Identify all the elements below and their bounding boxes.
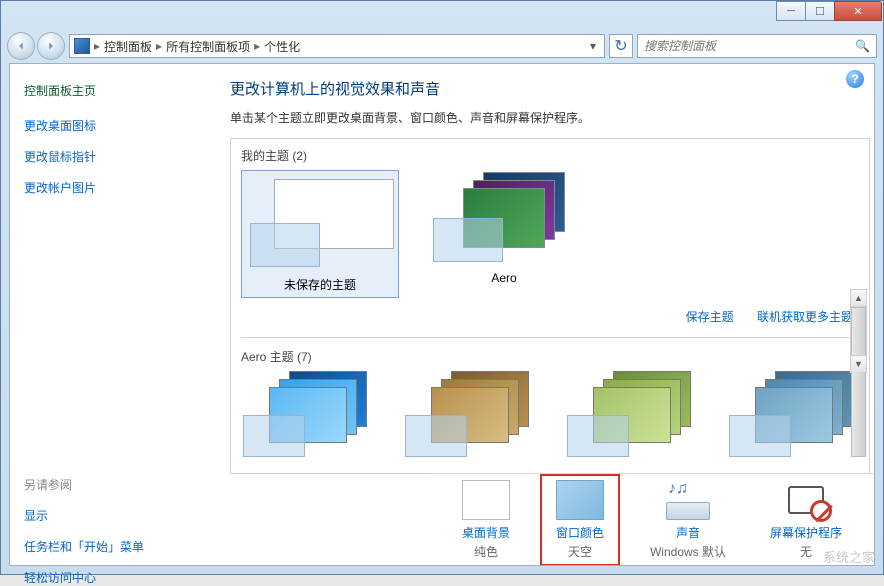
aero-theme-item[interactable] — [727, 371, 859, 463]
theme-label: 未保存的主题 — [246, 276, 394, 293]
screensaver-icon — [782, 480, 830, 520]
address-bar[interactable]: ▸ 控制面板 ▸ 所有控制面板项 ▸ 个性化 ▾ — [69, 34, 605, 58]
titlebar: ─ ☐ ✕ — [1, 1, 883, 29]
sidebar: 控制面板主页 更改桌面图标 更改鼠标指针 更改帐户图片 另请参阅 显示 任务栏和… — [10, 64, 220, 565]
theme-box: 我的主题 (2) 未保存的主题 Aero 保存主题 联机获取更多主题 — [230, 138, 870, 474]
back-button[interactable] — [7, 32, 35, 60]
address-dropdown-icon[interactable]: ▾ — [586, 39, 600, 53]
main-panel: ? 更改计算机上的视觉效果和声音 单击某个主题立即更改桌面背景、窗口颜色、声音和… — [220, 64, 874, 565]
bottom-title: 声音 — [650, 524, 726, 541]
theme-thumb — [429, 170, 579, 265]
crumb-mid[interactable]: 所有控制面板项 — [162, 38, 254, 55]
sidebar-home[interactable]: 控制面板主页 — [24, 82, 206, 99]
see-also-label: 另请参阅 — [24, 476, 206, 493]
forward-button[interactable] — [37, 32, 65, 60]
bottom-value: 无 — [770, 543, 842, 560]
desktop-bg-icon — [462, 480, 510, 520]
scroll-up-button[interactable]: ▲ — [851, 290, 866, 307]
screensaver-button[interactable]: 屏幕保护程序 无 — [756, 476, 856, 564]
desktop-background-button[interactable]: 桌面背景 纯色 — [448, 476, 524, 564]
aero-theme-item[interactable] — [241, 371, 381, 463]
control-panel-icon — [74, 38, 90, 54]
search-input[interactable] — [644, 39, 855, 53]
aero-themes-label: Aero 主题 (7) — [241, 348, 859, 365]
divider — [241, 337, 859, 338]
aero-themes-row — [241, 371, 859, 463]
bottom-title: 屏幕保护程序 — [770, 524, 842, 541]
sidebar-link-mouse-pointer[interactable]: 更改鼠标指针 — [24, 148, 206, 165]
sounds-button[interactable]: ♪♫ 声音 Windows 默认 — [636, 476, 740, 564]
navbar: ▸ 控制面板 ▸ 所有控制面板项 ▸ 个性化 ▾ ↻ 🔍 — [1, 29, 883, 63]
theme-unsaved[interactable]: 未保存的主题 — [241, 170, 399, 298]
bottom-bar: 桌面背景 纯色 窗口颜色 天空 ♪♫ 声音 Windows 默认 屏幕保护程序 … — [430, 473, 874, 565]
crumb-root[interactable]: 控制面板 — [100, 38, 156, 55]
search-box[interactable]: 🔍 — [637, 34, 877, 58]
theme-label: Aero — [429, 271, 579, 285]
sidebar-link-desktop-icons[interactable]: 更改桌面图标 — [24, 117, 206, 134]
aero-theme-item[interactable] — [565, 371, 705, 463]
close-button[interactable]: ✕ — [834, 1, 882, 21]
sidebar-link-account-picture[interactable]: 更改帐户图片 — [24, 179, 206, 196]
sound-icon: ♪♫ — [664, 480, 712, 520]
theme-aero[interactable]: Aero — [429, 170, 579, 298]
sidebar-link-taskbar[interactable]: 任务栏和「开始」菜单 — [24, 538, 206, 555]
window: ─ ☐ ✕ ▸ 控制面板 ▸ 所有控制面板项 ▸ 个性化 ▾ ↻ 🔍 控制面板主… — [0, 0, 884, 575]
sidebar-link-display[interactable]: 显示 — [24, 507, 206, 524]
my-themes-label: 我的主题 (2) — [241, 147, 859, 164]
bottom-value: 纯色 — [462, 543, 510, 560]
sidebar-link-ease-of-access[interactable]: 轻松访问中心 — [24, 569, 206, 586]
page-subtitle: 单击某个主题立即更改桌面背景、窗口颜色、声音和屏幕保护程序。 — [230, 109, 870, 126]
window-color-button[interactable]: 窗口颜色 天空 — [540, 474, 620, 566]
refresh-button[interactable]: ↻ — [609, 34, 633, 58]
scroll-down-button[interactable]: ▼ — [851, 355, 866, 372]
save-theme-link[interactable]: 保存主题 — [686, 310, 734, 324]
scroll-thumb[interactable] — [851, 307, 866, 457]
aero-theme-item[interactable] — [403, 371, 543, 463]
crumb-leaf[interactable]: 个性化 — [260, 38, 304, 55]
bottom-value: 天空 — [556, 543, 604, 560]
minimize-button[interactable]: ─ — [776, 1, 806, 21]
bottom-title: 桌面背景 — [462, 524, 510, 541]
scrollbar[interactable]: ▲ ▼ — [850, 289, 867, 373]
theme-links: 保存主题 联机获取更多主题 — [241, 298, 859, 331]
my-themes-row: 未保存的主题 Aero — [241, 170, 859, 298]
maximize-button[interactable]: ☐ — [805, 1, 835, 21]
help-icon[interactable]: ? — [846, 70, 864, 88]
content: 控制面板主页 更改桌面图标 更改鼠标指针 更改帐户图片 另请参阅 显示 任务栏和… — [9, 63, 875, 566]
window-color-icon — [556, 480, 604, 520]
page-title: 更改计算机上的视觉效果和声音 — [230, 78, 870, 99]
bottom-value: Windows 默认 — [650, 543, 726, 560]
nav-buttons — [7, 32, 65, 60]
theme-thumb — [246, 175, 396, 270]
bottom-title: 窗口颜色 — [556, 524, 604, 541]
get-more-themes-link[interactable]: 联机获取更多主题 — [757, 310, 853, 324]
search-icon[interactable]: 🔍 — [855, 39, 870, 53]
